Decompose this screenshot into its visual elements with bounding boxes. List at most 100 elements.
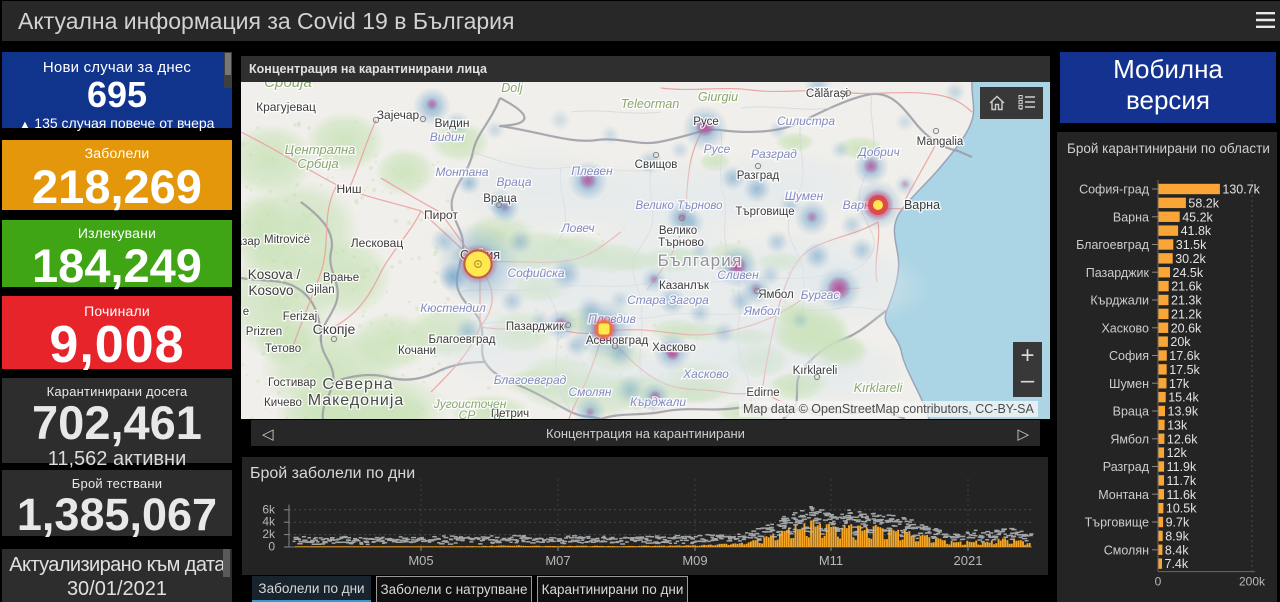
- svg-text:Разград: Разград: [1103, 460, 1150, 474]
- svg-text:Хасково: Хасково: [682, 367, 729, 381]
- svg-text:Плевен: Плевен: [571, 164, 613, 178]
- svg-text:Шумен: Шумен: [785, 189, 824, 203]
- svg-text:13.9k: 13.9k: [1168, 405, 1199, 419]
- svg-text:Prizren: Prizren: [246, 326, 282, 338]
- svg-text:0: 0: [1155, 575, 1162, 589]
- svg-text:Смолян: Смолян: [568, 385, 611, 399]
- svg-text:45.2k: 45.2k: [1182, 210, 1213, 224]
- svg-text:Благоевград: Благоевград: [1076, 238, 1150, 252]
- svg-text:Скопје: Скопје: [313, 321, 356, 337]
- svg-text:Свищов: Свищов: [635, 159, 678, 171]
- svg-text:12k: 12k: [1167, 446, 1188, 460]
- svg-text:41.8k: 41.8k: [1181, 224, 1212, 238]
- svg-text:17.6k: 17.6k: [1169, 349, 1200, 363]
- svg-text:11.7k: 11.7k: [1167, 474, 1197, 488]
- svg-text:Северна: Северна: [322, 376, 393, 393]
- svg-text:21.2k: 21.2k: [1171, 307, 1202, 321]
- svg-text:Монтана: Монтана: [1098, 488, 1149, 502]
- svg-text:Кърджали: Кърджали: [1090, 294, 1149, 308]
- svg-text:Ferizaj: Ferizaj: [283, 311, 318, 323]
- svg-text:4k: 4k: [262, 515, 276, 529]
- svg-text:30.2k: 30.2k: [1175, 252, 1206, 266]
- svg-text:Тетово: Тетово: [265, 343, 301, 355]
- svg-text:Ямбол: Ямбол: [758, 289, 794, 301]
- svg-text:Велико Търново: Велико Търново: [635, 200, 723, 212]
- svg-text:9.7k: 9.7k: [1166, 516, 1190, 530]
- svg-text:Пазарджик: Пазарджик: [1086, 266, 1150, 280]
- svg-text:24.5k: 24.5k: [1173, 266, 1204, 280]
- svg-text:Разград: Разград: [737, 170, 780, 182]
- svg-text:Зајечар: Зајечар: [377, 108, 420, 122]
- svg-text:Враца: Враца: [1113, 405, 1149, 419]
- svg-text:азар: азар: [241, 236, 260, 248]
- svg-text:20.6k: 20.6k: [1171, 321, 1202, 335]
- svg-text:Лесковац: Лесковац: [351, 236, 404, 250]
- svg-text:Mitrovicë: Mitrovicë: [264, 234, 310, 246]
- svg-text:Сливен: Сливен: [717, 268, 759, 282]
- svg-text:11.9k: 11.9k: [1167, 460, 1197, 474]
- svg-text:20k: 20k: [1170, 335, 1191, 349]
- svg-text:София-град: София-град: [1079, 183, 1150, 197]
- svg-text:Ямбол: Ямбол: [743, 304, 781, 318]
- svg-text:2k: 2k: [262, 527, 276, 541]
- svg-text:Călărași: Călărași: [806, 88, 848, 100]
- svg-text:е: е: [243, 306, 249, 318]
- svg-text:Gjilan: Gjilan: [305, 284, 334, 296]
- svg-text:Търговище: Търговище: [735, 206, 794, 218]
- svg-text:0: 0: [268, 540, 275, 554]
- svg-text:Edirne: Edirne: [746, 387, 779, 399]
- svg-text:Софийска: Софийска: [507, 266, 564, 280]
- svg-text:21.6k: 21.6k: [1171, 280, 1202, 294]
- svg-text:Бургас: Бургас: [801, 288, 840, 302]
- svg-text:СР: СР: [459, 408, 476, 419]
- svg-text:31.5k: 31.5k: [1176, 238, 1207, 252]
- svg-text:17.5k: 17.5k: [1169, 363, 1200, 377]
- svg-text:Крагујевац: Крагујевац: [256, 100, 316, 114]
- svg-text:M07: M07: [545, 553, 570, 568]
- svg-text:Teleorman: Teleorman: [621, 97, 680, 111]
- svg-text:Варна: Варна: [1113, 210, 1149, 224]
- svg-text:Смолян: Смолян: [1104, 543, 1149, 557]
- svg-text:Централна: Централна: [285, 142, 356, 157]
- svg-text:130.7k: 130.7k: [1222, 183, 1260, 197]
- svg-text:13k: 13k: [1167, 418, 1188, 432]
- svg-text:Хасково: Хасково: [652, 342, 696, 354]
- svg-text:България: България: [658, 251, 743, 270]
- svg-text:Враца: Враца: [496, 175, 531, 189]
- svg-text:Казанлък: Казанлък: [659, 280, 710, 292]
- svg-text:8.4k: 8.4k: [1165, 543, 1189, 557]
- svg-text:Хасково: Хасково: [1101, 321, 1149, 335]
- svg-text:Видин: Видин: [430, 130, 465, 144]
- svg-text:Македонија: Македонија: [308, 392, 405, 409]
- svg-text:15.4k: 15.4k: [1168, 391, 1199, 405]
- svg-text:Dolj: Dolj: [501, 82, 524, 95]
- svg-text:Разград: Разград: [751, 147, 797, 161]
- svg-text:Монтана: Монтана: [435, 165, 488, 179]
- svg-text:Търново: Търново: [658, 237, 704, 249]
- svg-text:Търговище: Търговище: [1085, 516, 1149, 530]
- svg-text:8.9k: 8.9k: [1165, 529, 1189, 543]
- svg-text:София: София: [1109, 349, 1149, 363]
- svg-text:Русе: Русе: [704, 142, 731, 156]
- svg-text:Варна: Варна: [904, 198, 940, 212]
- svg-text:2021: 2021: [954, 553, 983, 568]
- svg-text:6k: 6k: [262, 502, 276, 516]
- svg-text:Кичево: Кичево: [264, 397, 302, 409]
- svg-text:Благоевград: Благоевград: [428, 334, 495, 346]
- svg-text:M09: M09: [682, 553, 707, 568]
- svg-text:Kosova /: Kosova /: [248, 267, 301, 282]
- svg-text:Ловеч: Ловеч: [560, 221, 594, 235]
- svg-text:M11: M11: [819, 553, 843, 568]
- svg-text:Mangalia: Mangalia: [917, 136, 964, 148]
- svg-text:10.5k: 10.5k: [1166, 502, 1197, 516]
- svg-text:M05: M05: [408, 553, 433, 568]
- svg-text:Силистра: Силистра: [777, 114, 835, 128]
- svg-text:Ниш: Ниш: [337, 182, 362, 196]
- svg-text:Добрич: Добрич: [856, 145, 899, 159]
- svg-text:Врање: Врање: [323, 272, 359, 284]
- svg-text:12.6k: 12.6k: [1167, 432, 1198, 446]
- svg-text:200k: 200k: [1239, 575, 1266, 589]
- svg-text:Русе: Русе: [693, 116, 718, 128]
- svg-text:Кюстендил: Кюстендил: [420, 301, 486, 315]
- svg-text:Giurgiu: Giurgiu: [698, 90, 738, 104]
